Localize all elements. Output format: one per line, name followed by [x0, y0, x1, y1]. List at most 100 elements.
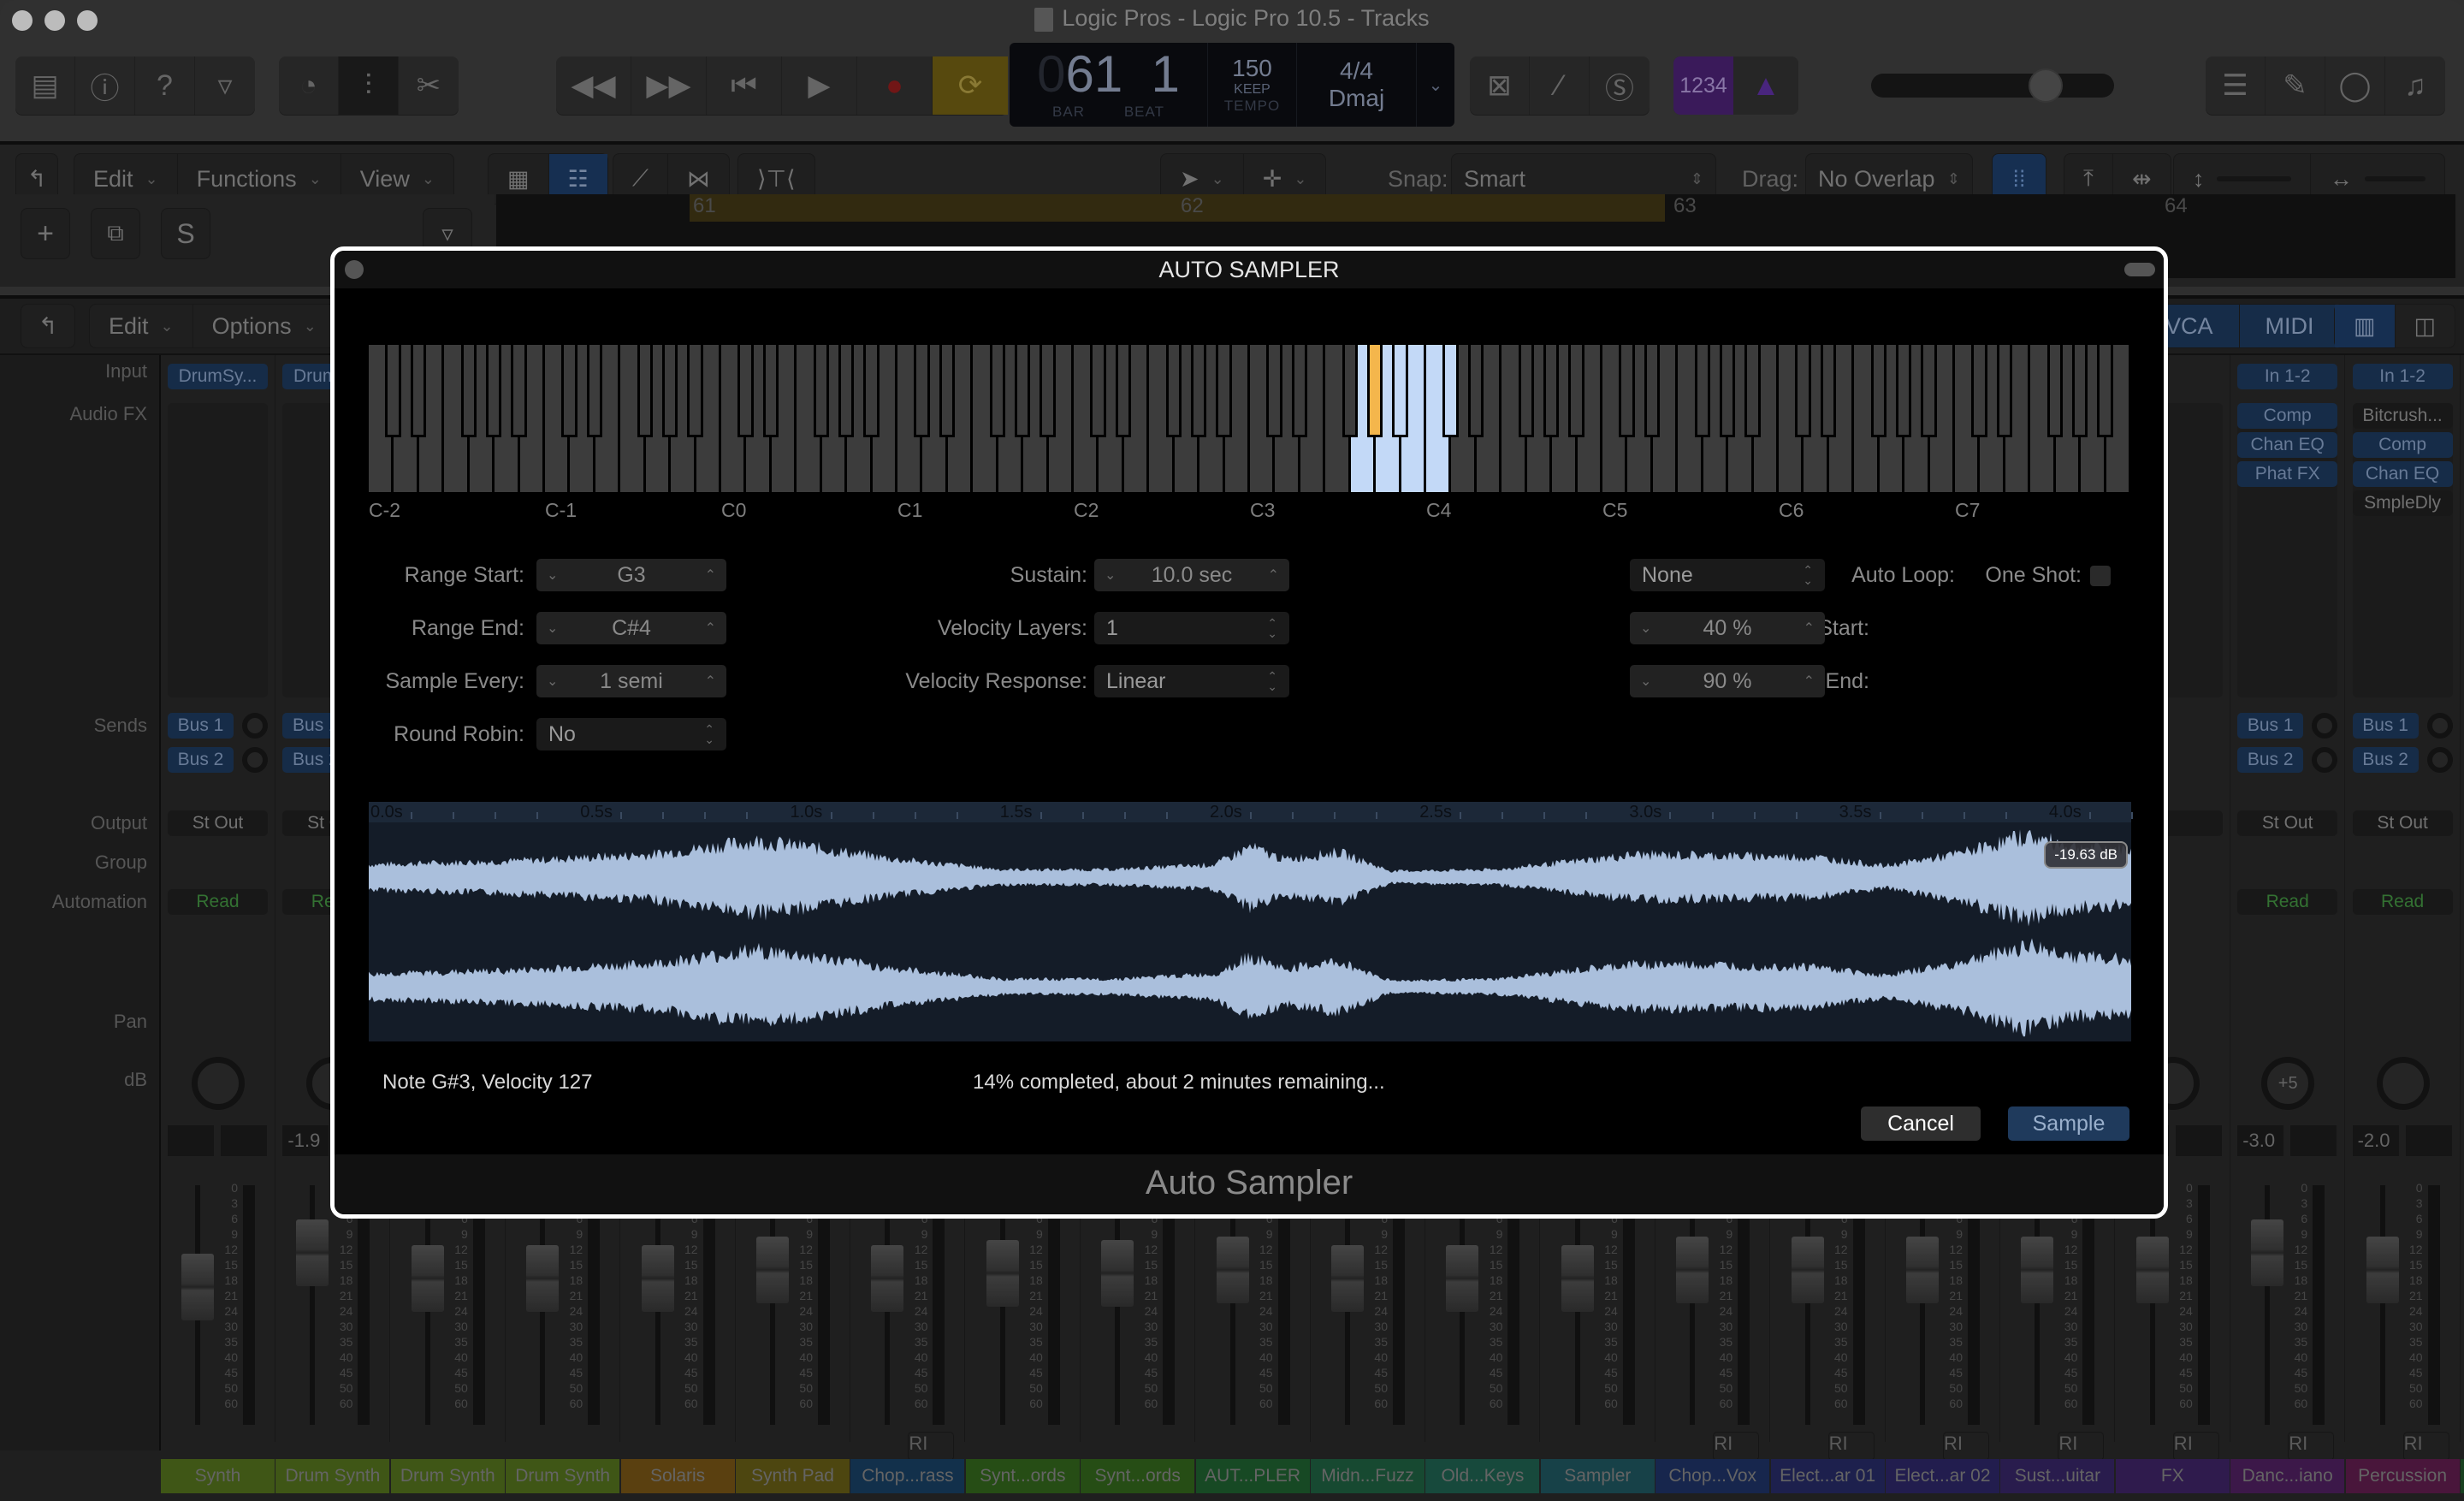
volume-fader[interactable]	[1676, 1237, 1709, 1303]
piano-key-A-sharp6[interactable]	[1921, 345, 1937, 437]
increment-icon[interactable]: ⌃	[705, 620, 716, 637]
media-browser-icon[interactable]: ♫	[2385, 56, 2445, 115]
tab-midi[interactable]: MIDI	[2240, 305, 2340, 347]
sustain-stepper[interactable]: ⌄ 10.0 sec ⌃	[1094, 559, 1289, 591]
channel-name[interactable]: Danc...iano	[2230, 1459, 2345, 1493]
piano-key-F-sharp3[interactable]	[1342, 345, 1358, 437]
auto-loop-select[interactable]: None ⌃ ⌄	[1630, 559, 1825, 591]
volume-fader[interactable]	[986, 1240, 1019, 1307]
send-slot[interactable]: Bus 2	[168, 747, 234, 773]
piano-key-F-sharp-1[interactable]	[637, 345, 653, 437]
volume-fader[interactable]	[871, 1245, 904, 1312]
dialog-close-button[interactable]	[345, 260, 364, 279]
cycle-region[interactable]	[690, 194, 1665, 222]
output-slot[interactable]: St Out	[2237, 810, 2338, 836]
cycle-icon[interactable]: ⟳	[933, 56, 1008, 115]
piano-key-C-sharp3[interactable]	[1266, 345, 1282, 437]
input-monitor-button[interactable]: I	[2188, 1433, 2193, 1460]
piano-key-C-sharp4[interactable]	[1442, 345, 1459, 437]
piano-key-F-sharp0[interactable]	[813, 345, 829, 437]
volume-fader[interactable]	[1906, 1237, 1939, 1303]
channel-name[interactable]: Inst	[2461, 1459, 2464, 1493]
dialog-collapse-button[interactable]	[2124, 263, 2155, 276]
output-slot[interactable]: St Out	[168, 810, 268, 836]
piano-key-C-sharp1[interactable]	[914, 345, 930, 437]
input-monitor-button[interactable]: I	[922, 1433, 927, 1460]
piano-key-F-sharp5[interactable]	[1694, 345, 1710, 437]
channel-name[interactable]: Drum Synth	[390, 1459, 505, 1493]
record-enable-button[interactable]: R	[1714, 1433, 1727, 1460]
volume-fader[interactable]	[1446, 1245, 1479, 1312]
decrement-icon[interactable]: ⌄	[1105, 567, 1116, 584]
add-track-button[interactable]: +	[21, 208, 70, 259]
piano-key-C-sharp0[interactable]	[737, 345, 754, 437]
volume-fader[interactable]	[1216, 1237, 1249, 1303]
piano-key-G-sharp-1[interactable]	[662, 345, 678, 437]
list-editors-icon[interactable]: ☰	[2206, 56, 2266, 115]
range-end-stepper[interactable]: ⌄ C#4 ⌃	[536, 612, 726, 644]
replace-icon[interactable]: ⊠	[1470, 56, 1530, 115]
piano-key-A-sharp-1[interactable]	[687, 345, 703, 437]
piano-key-A-sharp1[interactable]	[1040, 345, 1056, 437]
pan-knob[interactable]: +5	[2261, 1057, 2315, 1110]
audio-fx-slot[interactable]: SmpleDly	[2352, 490, 2453, 516]
piano-key-D-sharp2[interactable]	[1115, 345, 1131, 437]
info-icon[interactable]: ⓘ	[75, 56, 135, 115]
toolbar-icon[interactable]: ▿	[195, 56, 255, 115]
fast-forward-icon[interactable]: ▶▶	[631, 56, 707, 115]
channel-name[interactable]: Elect...ar 02	[1886, 1459, 1999, 1493]
send-level-knob[interactable]	[2426, 747, 2453, 773]
piano-keyboard[interactable]	[369, 345, 2131, 492]
piano-key-C-sharp6[interactable]	[1795, 345, 1811, 437]
piano-key-D-sharp3[interactable]	[1291, 345, 1307, 437]
piano-key-A-sharp4[interactable]	[1568, 345, 1584, 437]
automation-mode[interactable]: Read	[2352, 889, 2453, 915]
piano-key-G-sharp7[interactable]	[2072, 345, 2088, 437]
volume-fader[interactable]	[1101, 1240, 1134, 1307]
record-enable-button[interactable]: R	[2058, 1433, 2072, 1460]
increment-icon[interactable]: ⌃	[705, 673, 716, 690]
volume-fader[interactable]	[2366, 1237, 2399, 1303]
record-icon[interactable]: ●	[857, 56, 933, 115]
auto-loop-end-stepper[interactable]: ⌄ 90 % ⌃	[1630, 665, 1825, 697]
channel-name[interactable]: Synt...ords	[965, 1459, 1080, 1493]
tuner-icon[interactable]: ⁄	[1530, 56, 1590, 115]
channel-name[interactable]: Synth	[161, 1459, 275, 1493]
increment-icon[interactable]: ⌃	[705, 567, 716, 584]
piano-key-C-sharp-1[interactable]	[561, 345, 578, 437]
wide-strips-icon[interactable]: ◫	[2396, 305, 2455, 347]
piano-key-A-sharp0[interactable]	[863, 345, 880, 437]
lcd-dropdown[interactable]: ⌄	[1417, 43, 1454, 127]
volume-fader[interactable]	[1791, 1237, 1824, 1303]
scissors-icon[interactable]: ✂	[399, 56, 459, 115]
audio-fx-slot[interactable]: Chan EQ	[2237, 432, 2338, 458]
lcd-tempo[interactable]: 150 KEEP TEMPO	[1208, 43, 1297, 127]
input-slot[interactable]: In 1-2	[2237, 364, 2338, 389]
piano-key-D-sharp7[interactable]	[1996, 345, 2012, 437]
loop-browser-icon[interactable]: ◯	[2325, 56, 2385, 115]
send-level-knob[interactable]	[2312, 747, 2338, 773]
piano-key-G-sharp6[interactable]	[1896, 345, 1912, 437]
volume-fader[interactable]	[411, 1245, 444, 1312]
mixer-icon[interactable]: ⫶	[339, 56, 399, 115]
piano-key-C-sharp-2[interactable]	[385, 345, 401, 437]
record-enable-button[interactable]: R	[1944, 1433, 1958, 1460]
master-volume-slider[interactable]	[1871, 68, 2114, 103]
volume-fader[interactable]	[2021, 1237, 2054, 1303]
input-monitor-button[interactable]: I	[1958, 1433, 1963, 1460]
piano-key-G-sharp1[interactable]	[1015, 345, 1031, 437]
channel-name[interactable]: Chop...Vox	[1656, 1459, 1770, 1493]
piano-key-G-sharp3[interactable]	[1367, 345, 1383, 437]
piano-key-F-sharp7[interactable]	[2046, 345, 2063, 437]
decrement-icon[interactable]: ⌄	[547, 673, 558, 690]
range-start-stepper[interactable]: ⌄ G3 ⌃	[536, 559, 726, 591]
input-monitor-button[interactable]: I	[1727, 1433, 1732, 1460]
metronome-icon[interactable]: ▲	[1733, 56, 1798, 115]
piano-key-F-sharp4[interactable]	[1518, 345, 1534, 437]
volume-fader[interactable]	[526, 1245, 560, 1312]
decrement-icon[interactable]: ⌄	[1640, 673, 1651, 690]
piano-key-C-sharp5[interactable]	[1619, 345, 1635, 437]
piano-key-G-sharp5[interactable]	[1720, 345, 1736, 437]
channel-name[interactable]: Midn...Fuzz	[1311, 1459, 1424, 1493]
velocity-response-select[interactable]: Linear ⌃ ⌄	[1094, 665, 1289, 697]
